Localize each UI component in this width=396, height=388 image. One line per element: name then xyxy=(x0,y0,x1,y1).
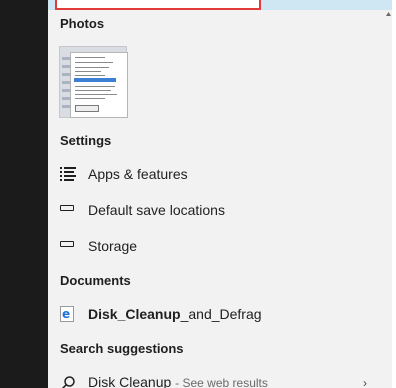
document-item-disk-cleanup[interactable]: e Disk_Cleanup_and_Defrag xyxy=(48,299,392,329)
suggestion-hint: See web results xyxy=(182,376,268,388)
default-save-locations-label: Default save locations xyxy=(88,202,225,218)
settings-item-storage[interactable]: Storage xyxy=(48,231,392,261)
document-label-bold: Disk_Cleanup xyxy=(88,306,181,322)
settings-item-apps-features[interactable]: Apps & features xyxy=(48,159,392,189)
search-results-panel: Photos Settings Apps & features Default … xyxy=(48,0,392,388)
background-page-edge xyxy=(392,0,396,388)
suggestion-query: Disk Cleanup xyxy=(88,374,172,388)
settings-item-default-save-locations[interactable]: Default save locations xyxy=(48,195,392,225)
settings-header: Settings xyxy=(60,133,112,148)
apps-features-label: Apps & features xyxy=(88,166,188,182)
top-result-bar xyxy=(48,0,392,10)
apps-list-icon xyxy=(60,166,76,181)
suggestion-label: Disk Cleanup - See web results xyxy=(88,374,268,388)
search-icon xyxy=(61,376,75,388)
photo-thumbnail[interactable] xyxy=(59,46,128,118)
chevron-right-icon[interactable]: › xyxy=(363,376,367,388)
highlighted-top-result[interactable] xyxy=(55,0,261,10)
scrollbar[interactable] xyxy=(385,12,392,388)
photos-header: Photos xyxy=(60,16,105,31)
document-label: Disk_Cleanup_and_Defrag xyxy=(88,306,262,322)
document-label-rest: _and_Defrag xyxy=(180,306,262,322)
internet-explorer-icon: e xyxy=(60,306,74,322)
drive-icon xyxy=(60,205,74,211)
search-suggestions-header: Search suggestions xyxy=(60,341,184,356)
storage-label: Storage xyxy=(88,238,138,254)
drive-icon xyxy=(60,241,74,247)
documents-header: Documents xyxy=(60,273,131,288)
suggestion-item[interactable]: Disk Cleanup - See web results › xyxy=(48,367,392,388)
taskbar-strip xyxy=(0,0,48,388)
